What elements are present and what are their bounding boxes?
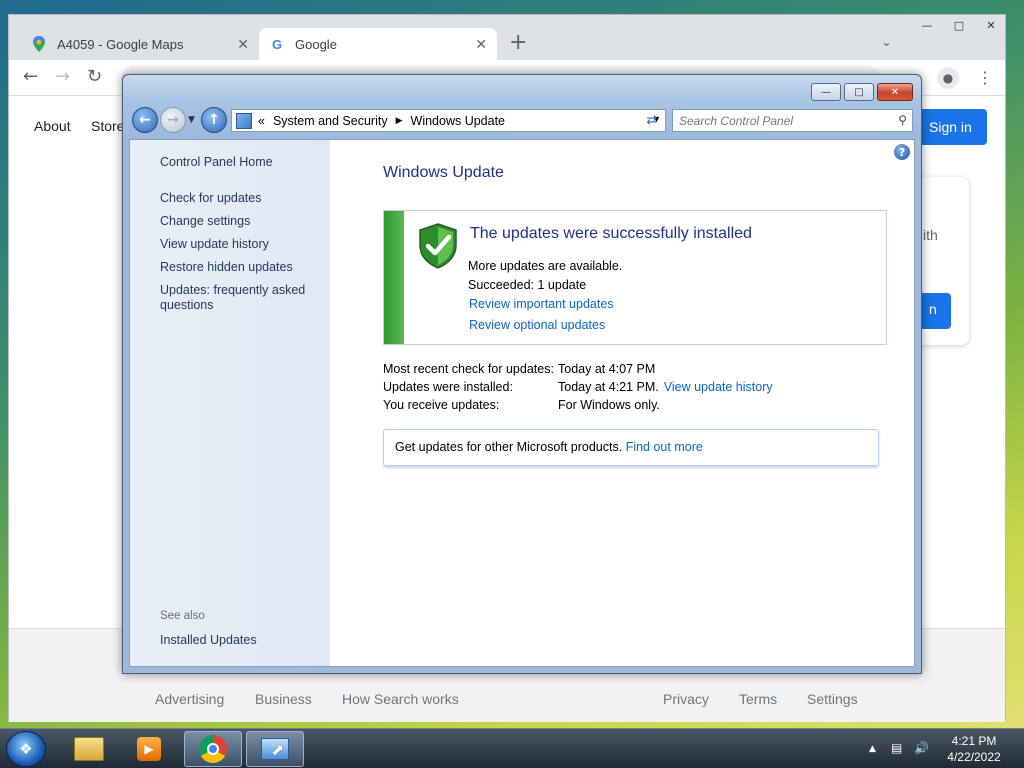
close-tab-icon[interactable]: ✕	[237, 36, 249, 53]
control-panel-home-link[interactable]: Control Panel Home	[160, 155, 273, 170]
window-controls: — □ ✕	[808, 83, 913, 101]
chrome-window-controls: — □ ✕	[911, 17, 1007, 37]
folder-icon	[74, 737, 104, 761]
refresh-icon[interactable]: ⇄	[641, 109, 663, 132]
recent-check-value: Today at 4:07 PM	[558, 362, 656, 376]
tab-search-chevron-icon[interactable]: ⌄	[881, 35, 892, 50]
control-panel-window: — □ ✕ ← → ▼ ↑ « System and Security ▶ Wi…	[122, 74, 922, 674]
taskbar-media-player[interactable]: ▶	[120, 731, 178, 767]
installed-updates-link[interactable]: Installed Updates	[160, 633, 257, 648]
restore-hidden-updates-link[interactable]: Restore hidden updates	[160, 260, 293, 275]
tab-google[interactable]: G Google ✕	[259, 28, 497, 60]
up-level-button[interactable]: ↑	[201, 107, 227, 133]
review-important-updates-link[interactable]: Review important updates	[469, 297, 614, 311]
more-updates-text: More updates are available.	[468, 259, 623, 273]
shield-check-icon	[419, 223, 457, 269]
search-placeholder: Search Control Panel	[679, 114, 794, 128]
succeeded-text: Succeeded: 1 update	[468, 278, 587, 292]
footer-how-search-works-link[interactable]: How Search works	[342, 691, 459, 707]
other-products-box: Get updates for other Microsoft products…	[383, 429, 879, 466]
minimize-icon[interactable]: —	[911, 17, 943, 37]
recent-pages-dropdown-icon[interactable]: ▼	[188, 115, 195, 125]
breadcrumb-overflow[interactable]: «	[258, 114, 265, 128]
other-products-text: Get updates for other Microsoft products…	[395, 440, 623, 454]
media-player-icon: ▶	[137, 737, 161, 761]
task-pane: Control Panel Home Check for updates Cha…	[130, 140, 330, 666]
reload-icon[interactable]: ↻	[87, 68, 102, 86]
forward-button[interactable]: →	[160, 107, 186, 133]
receive-label: You receive updates:	[383, 398, 500, 412]
maps-pin-icon	[31, 36, 47, 52]
control-panel-icon	[236, 112, 252, 129]
taskbar-chrome[interactable]	[184, 731, 242, 767]
back-arrow-icon[interactable]: ←	[23, 68, 38, 86]
recent-check-label: Most recent check for updates:	[383, 362, 554, 376]
breadcrumb-windows-update[interactable]: Windows Update	[411, 114, 506, 128]
minimize-button[interactable]: —	[811, 83, 841, 101]
installed-value: Today at 4:21 PM.	[558, 380, 659, 394]
close-icon[interactable]: ✕	[975, 17, 1007, 37]
chrome-icon	[199, 735, 227, 763]
footer-settings-link[interactable]: Settings	[807, 691, 858, 707]
google-g-icon: G	[271, 36, 283, 52]
store-link[interactable]: Store	[91, 118, 124, 134]
clock-time: 4:21 PM	[951, 734, 997, 748]
system-clock[interactable]: 4:21 PM 4/22/2022	[938, 733, 1010, 765]
sign-in-button[interactable]: Sign in	[913, 109, 987, 145]
close-button[interactable]: ✕	[877, 83, 913, 101]
tab-google-maps[interactable]: A4059 - Google Maps ✕	[21, 28, 259, 60]
tab-title: A4059 - Google Maps	[57, 36, 184, 52]
change-settings-link[interactable]: Change settings	[160, 214, 250, 229]
maximize-icon[interactable]: □	[943, 17, 975, 37]
installed-value-wrap: Today at 4:21 PM. View update history	[558, 380, 773, 394]
status-title: The updates were successfully installed	[470, 225, 752, 242]
page-title: Windows Update	[383, 164, 504, 181]
profile-avatar-icon[interactable]: ●	[937, 67, 959, 89]
success-status-bar	[384, 211, 404, 344]
promo-text: ith	[923, 227, 938, 243]
new-tab-button[interactable]: +	[509, 32, 527, 54]
footer-privacy-link[interactable]: Privacy	[663, 691, 709, 707]
start-button-windows-icon[interactable]: ❖	[6, 731, 46, 767]
mouse-cursor-icon: ⬈	[271, 740, 285, 759]
review-optional-updates-link[interactable]: Review optional updates	[469, 318, 605, 332]
breadcrumb-arrow-icon[interactable]: ▶	[396, 115, 403, 126]
updates-faq-link[interactable]: Updates: frequently asked questions	[160, 283, 310, 313]
installed-label: Updates were installed:	[383, 380, 513, 394]
search-icon[interactable]: ⚲	[898, 113, 907, 127]
search-control-panel-input[interactable]: Search Control Panel ⚲	[672, 109, 913, 132]
find-out-more-link[interactable]: Find out more	[626, 440, 703, 454]
network-icon[interactable]: ▤	[891, 741, 902, 755]
tab-strip: A4059 - Google Maps ✕ G Google ✕ + ⌄ — □…	[9, 15, 1005, 60]
show-hidden-icons-arrow[interactable]: ▲	[869, 744, 876, 754]
check-for-updates-link[interactable]: Check for updates	[160, 191, 261, 206]
maximize-button[interactable]: □	[844, 83, 874, 101]
tab-title: Google	[295, 36, 337, 52]
clock-date: 4/22/2022	[947, 750, 1001, 764]
about-link[interactable]: About	[34, 118, 71, 134]
window-titlebar: — □ ✕ ← → ▼ ↑ « System and Security ▶ Wi…	[123, 75, 921, 139]
update-status-panel: The updates were successfully installed …	[383, 210, 887, 345]
windows-update-main: Windows Update The updates were successf…	[330, 140, 916, 666]
menu-kebab-icon[interactable]: ⋮	[977, 68, 993, 87]
receive-value: For Windows only.	[558, 398, 660, 412]
taskbar: ❖ ▶ ▲ ▤ 🔊 4:21 PM 4/22/2022	[0, 728, 1024, 768]
taskbar-explorer[interactable]	[60, 731, 118, 767]
address-breadcrumb[interactable]: « System and Security ▶ Windows Update ▼	[231, 109, 666, 132]
breadcrumb-system-security[interactable]: System and Security	[273, 114, 388, 128]
footer-business-link[interactable]: Business	[255, 691, 312, 707]
see-also-heading: See also	[160, 610, 205, 622]
view-update-history-link[interactable]: View update history	[160, 237, 269, 252]
volume-icon[interactable]: 🔊	[914, 741, 929, 755]
footer-advertising-link[interactable]: Advertising	[155, 691, 224, 707]
close-tab-icon[interactable]: ✕	[475, 36, 487, 53]
forward-arrow-icon[interactable]: →	[55, 68, 70, 86]
footer-terms-link[interactable]: Terms	[739, 691, 777, 707]
view-update-history-inline-link[interactable]: View update history	[664, 380, 773, 394]
help-icon[interactable]: ?	[894, 144, 910, 160]
back-button[interactable]: ←	[132, 107, 158, 133]
control-panel-content: Control Panel Home Check for updates Cha…	[129, 139, 915, 667]
